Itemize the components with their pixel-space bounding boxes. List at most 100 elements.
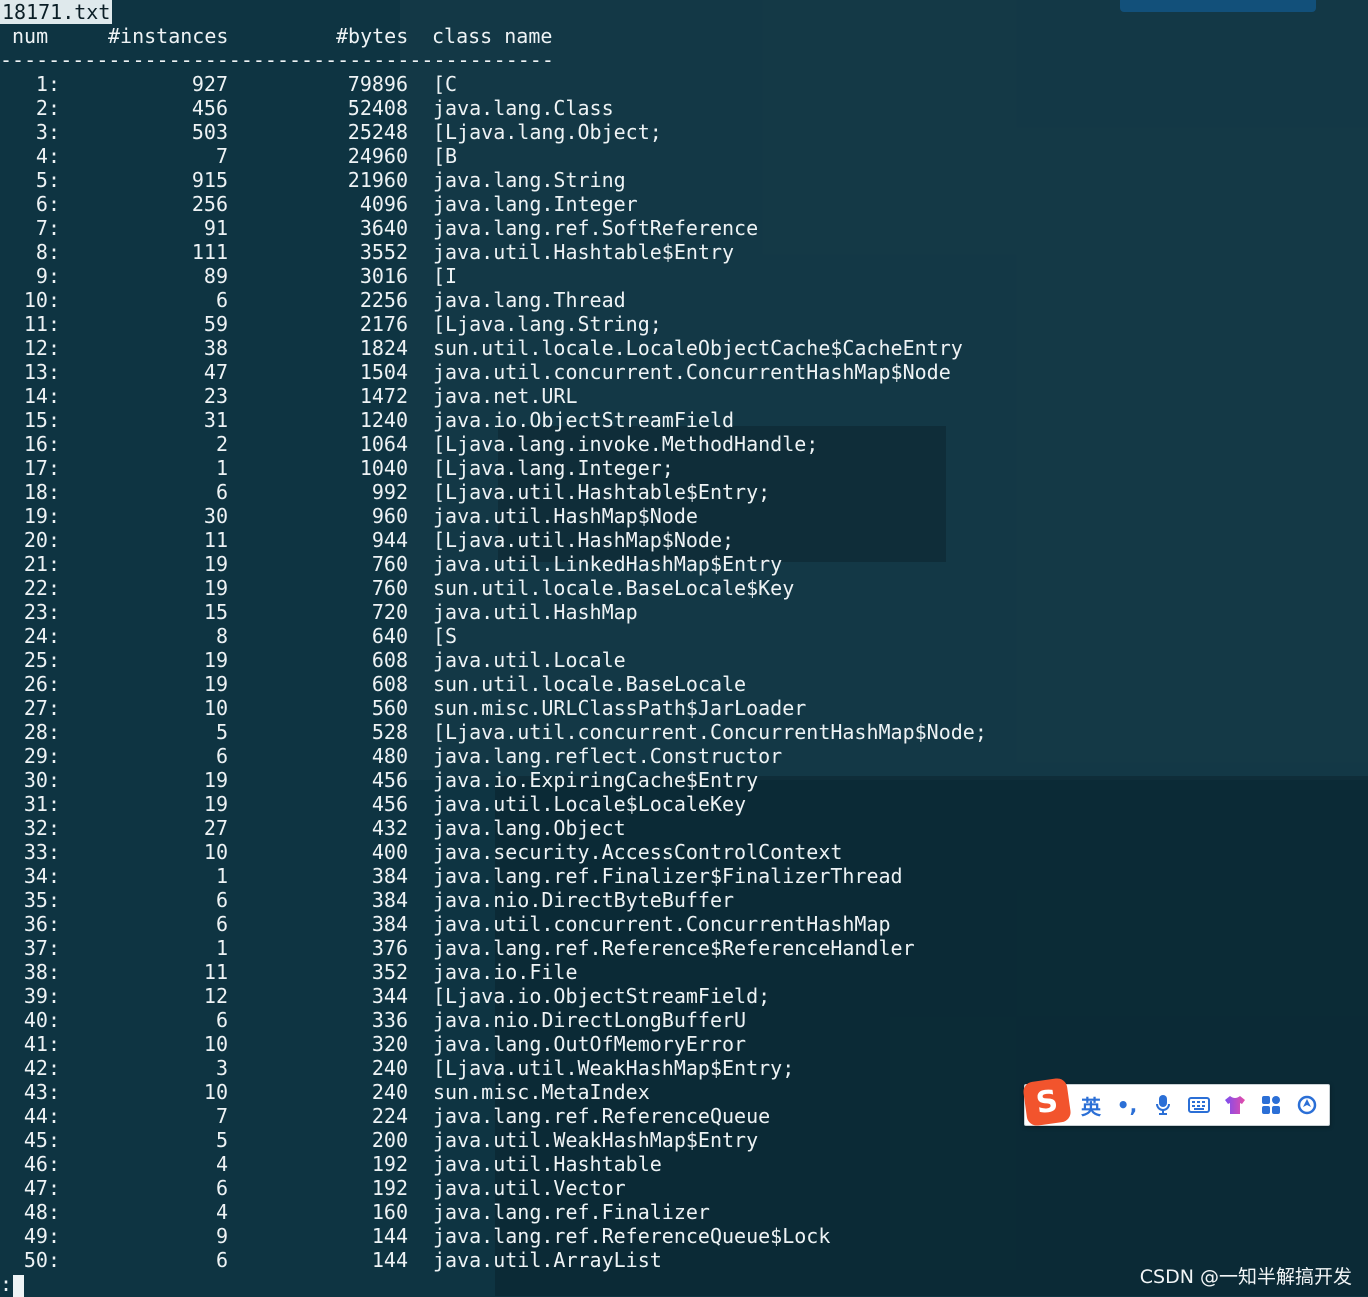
row-bytes: 192 [371,1176,408,1200]
row-bytes: 3552 [359,240,408,264]
row-bytes: 2176 [359,312,408,336]
table-row: 35: 6 384 java.nio.DirectByteBuffer [0,888,1368,912]
ime-settings-icon[interactable] [1289,1087,1325,1123]
row-bytes: 1472 [359,384,408,408]
row-class-name: java.lang.ref.Finalizer$FinalizerThread [433,864,903,888]
table-row: 26: 19 608 sun.util.locale.BaseLocale [0,672,1368,696]
row-num: 45: [23,1128,60,1152]
row-num: 42: [23,1056,60,1080]
table-row: 8: 111 3552 java.util.Hashtable$Entry [0,240,1368,264]
row-bytes: 456 [371,768,408,792]
row-num: 43: [23,1080,60,1104]
row-instances: 6 [215,1248,228,1272]
ime-toolbar[interactable]: S 英 •, [1022,1077,1330,1127]
row-bytes: 200 [371,1128,408,1152]
table-row: 46: 4 192 java.util.Hashtable [0,1152,1368,1176]
toolbox-grid-icon[interactable] [1253,1087,1289,1123]
row-class-name: java.util.HashMap$Node [433,504,698,528]
row-instances: 8 [215,624,228,648]
row-bytes: 960 [371,504,408,528]
row-instances: 15 [203,600,228,624]
row-bytes: 3016 [359,264,408,288]
row-num: 4: [35,144,60,168]
row-class-name: java.io.File [433,960,578,984]
row-class-name: [Ljava.lang.Integer; [433,456,674,480]
row-bytes: 1064 [359,432,408,456]
table-row: 32: 27 432 java.lang.Object [0,816,1368,840]
sogou-logo-icon[interactable]: S [1022,1077,1072,1127]
keyboard-icon[interactable] [1181,1087,1217,1123]
row-num: 49: [23,1224,60,1248]
row-instances: 27 [203,816,228,840]
prompt-char: : [0,1272,13,1296]
table-row: 12: 38 1824 sun.util.locale.LocaleObjectCac… [0,336,1368,360]
row-num: 3: [35,120,60,144]
row-class-name: java.lang.Class [433,96,614,120]
table-row: 22: 19 760 sun.util.locale.BaseLocale$Key [0,576,1368,600]
row-bytes: 25248 [347,120,408,144]
row-class-name: java.lang.Object [433,816,626,840]
table-row: 40: 6 336 java.nio.DirectLongBufferU [0,1008,1368,1032]
row-instances: 31 [203,408,228,432]
skin-shirt-icon[interactable] [1217,1087,1253,1123]
table-row: 42: 3 240 [Ljava.util.WeakHashMap$Entry; [0,1056,1368,1080]
ime-punctuation-button[interactable]: •, [1109,1087,1145,1123]
table-row: 18: 6 992 [Ljava.util.Hashtable$Entry; [0,480,1368,504]
table-row: 38: 11 352 java.io.File [0,960,1368,984]
table-row: 21: 19 760 java.util.LinkedHashMap$Entry [0,552,1368,576]
ime-language-button[interactable]: 英 [1073,1087,1109,1123]
row-class-name: [Ljava.util.concurrent.ConcurrentHashMap… [433,720,987,744]
row-instances: 4 [215,1200,228,1224]
row-class-name: java.util.concurrent.ConcurrentHashMap [433,912,891,936]
row-instances: 5 [215,720,228,744]
row-bytes: 52408 [347,96,408,120]
row-class-name: java.nio.DirectByteBuffer [433,888,735,912]
row-class-name: java.util.WeakHashMap$Entry [433,1128,759,1152]
row-bytes: 240 [371,1080,408,1104]
row-bytes: 24960 [347,144,408,168]
row-class-name: java.util.Locale$LocaleKey [433,792,747,816]
row-instances: 1 [215,936,228,960]
row-bytes: 160 [371,1200,408,1224]
file-tab[interactable]: 18171.txt [0,0,113,24]
table-row: 31: 19 456 java.util.Locale$LocaleKey [0,792,1368,816]
row-class-name: java.lang.ref.Reference$ReferenceHandler [433,936,915,960]
row-bytes: 352 [371,960,408,984]
row-class-name: java.net.URL [433,384,578,408]
row-class-name: java.lang.ref.ReferenceQueue [433,1104,771,1128]
row-bytes: 608 [371,672,408,696]
table-row: 16: 2 1064 [Ljava.lang.invoke.MethodHandle; [0,432,1368,456]
row-instances: 19 [203,576,228,600]
row-bytes: 21960 [347,168,408,192]
row-num: 7: [35,216,60,240]
row-class-name: sun.util.locale.LocaleObjectCache$CacheE… [433,336,963,360]
pager-prompt[interactable]: : [0,1272,25,1297]
row-bytes: 384 [371,864,408,888]
row-num: 36: [23,912,60,936]
row-bytes: 320 [371,1032,408,1056]
row-bytes: 1824 [359,336,408,360]
row-instances: 6 [215,912,228,936]
row-instances: 915 [191,168,228,192]
table-row: 10: 6 2256 java.lang.Thread [0,288,1368,312]
table-row: 2: 456 52408 java.lang.Class [0,96,1368,120]
table-row: 37: 1 376 java.lang.ref.Reference$Reference… [0,936,1368,960]
row-class-name: [I [433,264,458,288]
row-class-name: java.lang.ref.ReferenceQueue$Lock [433,1224,831,1248]
row-class-name: java.lang.String [433,168,626,192]
text-cursor [13,1274,25,1297]
row-class-name: [B [433,144,458,168]
microphone-icon[interactable] [1145,1087,1181,1123]
row-instances: 6 [215,480,228,504]
row-instances: 7 [215,144,228,168]
header-bytes: #bytes [336,24,409,48]
row-instances: 9 [215,1224,228,1248]
row-instances: 47 [203,360,228,384]
row-instances: 256 [191,192,228,216]
row-num: 17: [23,456,60,480]
row-bytes: 336 [371,1008,408,1032]
table-row: 17: 1 1040 [Ljava.lang.Integer; [0,456,1368,480]
row-bytes: 400 [371,840,408,864]
row-num: 18: [23,480,60,504]
row-class-name: java.lang.reflect.Constructor [433,744,783,768]
